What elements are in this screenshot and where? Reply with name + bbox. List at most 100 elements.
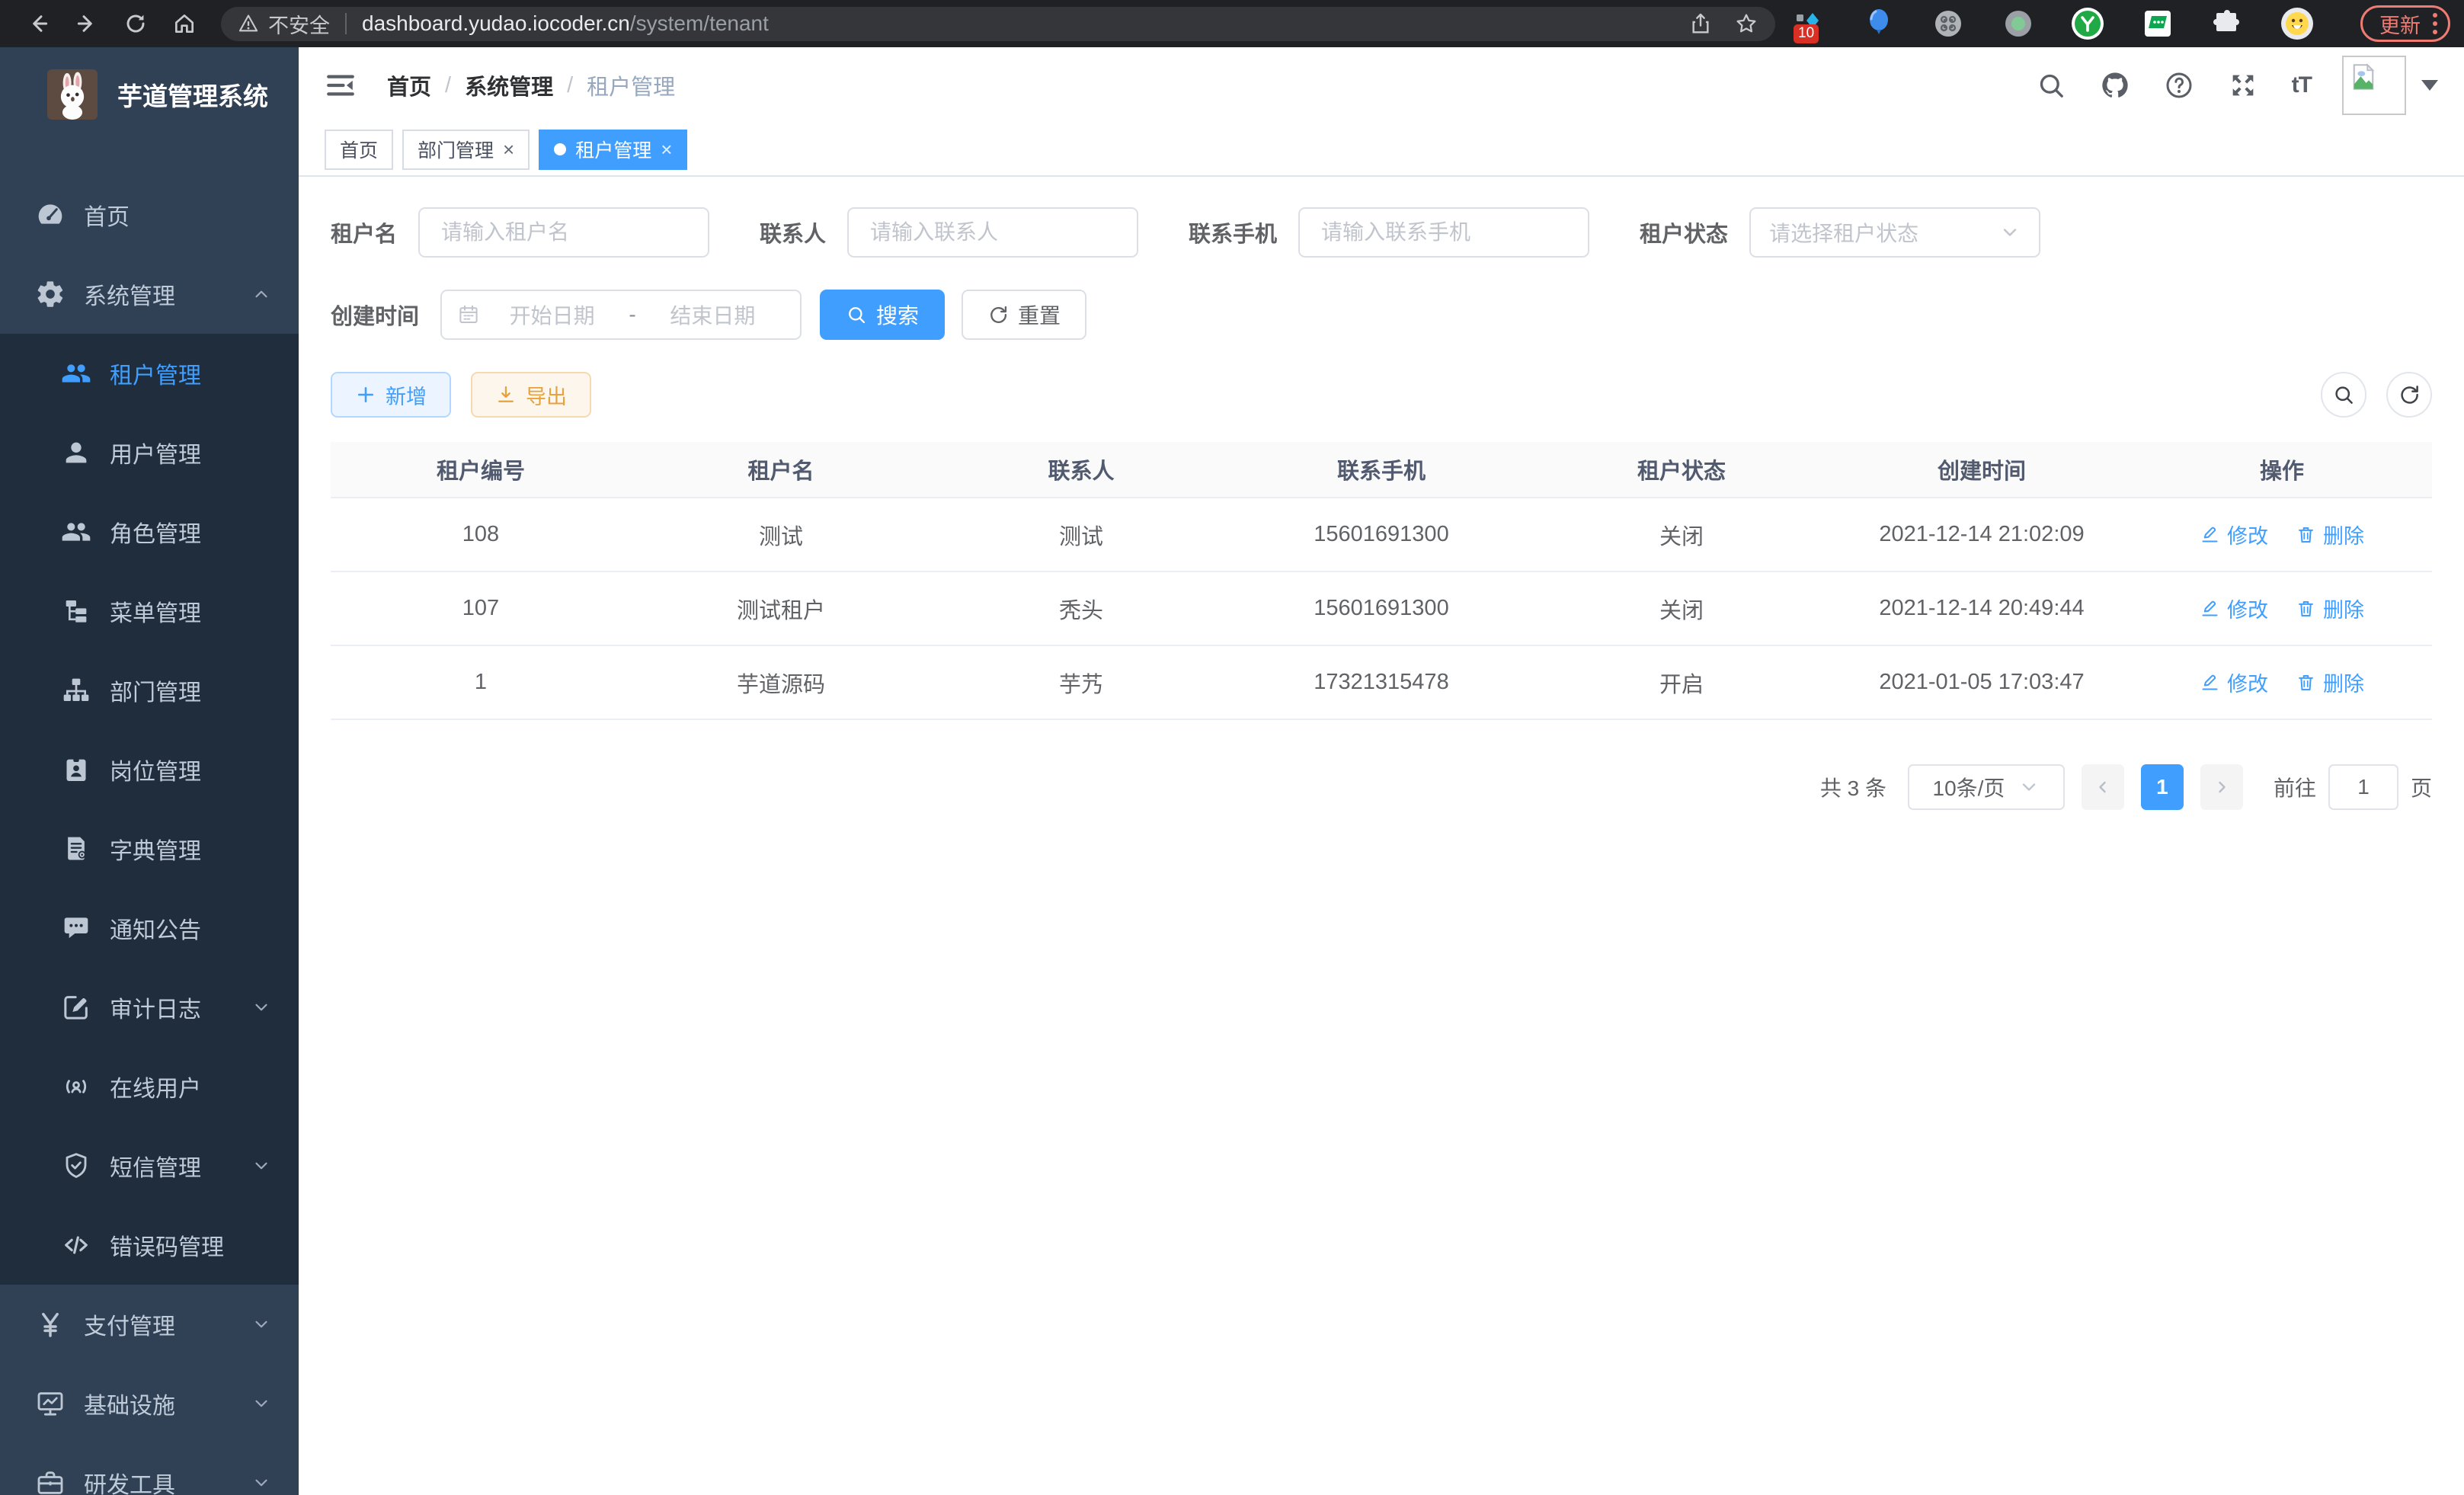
- tab-label: 租户管理: [575, 136, 651, 163]
- sidebar-item-menu[interactable]: 菜单管理: [0, 571, 299, 651]
- sidebar-item-label: 支付管理: [84, 1308, 251, 1341]
- avatar[interactable]: [2342, 56, 2406, 115]
- sidebar-item-label: 研发工具: [84, 1466, 251, 1495]
- edit-link[interactable]: 修改: [2200, 667, 2268, 697]
- sidebar-item-label: 用户管理: [110, 436, 271, 469]
- sidebar-item-user[interactable]: 用户管理: [0, 413, 299, 492]
- balloon-extension-icon[interactable]: [1862, 7, 1896, 40]
- select-placeholder: 请选择租户状态: [1769, 217, 1999, 248]
- forward-icon[interactable]: [69, 6, 104, 41]
- collapse-sidebar-icon[interactable]: [325, 69, 357, 101]
- sidebar-item-dept[interactable]: 部门管理: [0, 651, 299, 730]
- sidebar-item-dev-tools[interactable]: 研发工具: [0, 1443, 299, 1495]
- filter-row-1: 租户名 联系人 联系手机 租户状态 请选择租户状态: [331, 207, 2432, 258]
- back-icon[interactable]: [21, 6, 56, 41]
- edit-link[interactable]: 修改: [2200, 594, 2268, 623]
- sidebar-item-home[interactable]: 首页: [0, 175, 299, 255]
- column-header: 创建时间: [1832, 453, 2132, 485]
- export-button[interactable]: 导出: [471, 372, 591, 418]
- delete-link[interactable]: 删除: [2296, 520, 2364, 549]
- sidebar-item-label: 通知公告: [110, 911, 271, 945]
- sidebar-item-tenant[interactable]: 租户管理: [0, 334, 299, 413]
- cell-created: 2021-12-14 21:02:09: [1832, 522, 2132, 547]
- home-icon[interactable]: [167, 6, 202, 41]
- prev-page-button[interactable]: [2082, 764, 2124, 810]
- calendar-icon: [457, 303, 480, 326]
- table-row: 107 测试租户 秃头 15601691300 关闭 2021-12-14 20…: [331, 572, 2432, 646]
- breadcrumb-system[interactable]: 系统管理: [465, 69, 553, 101]
- system-submenu: 租户管理 用户管理 角色管理 菜单管理 部门管理: [0, 334, 299, 1285]
- refresh-table-button[interactable]: [2386, 372, 2432, 418]
- delete-link[interactable]: 删除: [2296, 594, 2364, 623]
- share-icon[interactable]: [1688, 11, 1713, 36]
- status-select[interactable]: 请选择租户状态: [1749, 207, 2040, 258]
- sidebar-item-role[interactable]: 角色管理: [0, 492, 299, 571]
- tab-dept[interactable]: 部门管理 ×: [402, 130, 530, 170]
- sidebar-item-payment[interactable]: 支付管理: [0, 1285, 299, 1364]
- sidebar-item-notice[interactable]: 通知公告: [0, 888, 299, 968]
- tab-home[interactable]: 首页: [325, 130, 393, 170]
- reload-icon[interactable]: [118, 6, 153, 41]
- tenant-name-input[interactable]: [418, 207, 709, 258]
- sidebar-item-label: 首页: [84, 198, 271, 232]
- search-button[interactable]: 搜索: [820, 290, 945, 340]
- start-date-placeholder[interactable]: 开始日期: [480, 299, 624, 330]
- sidebar-item-system[interactable]: 系统管理: [0, 255, 299, 334]
- close-icon[interactable]: ×: [503, 139, 514, 159]
- browser-update-button[interactable]: 更新: [2360, 5, 2450, 42]
- next-page-button[interactable]: [2200, 764, 2243, 810]
- field-label: 租户状态: [1640, 216, 1728, 248]
- github-icon[interactable]: [2100, 70, 2130, 101]
- sidebar-item-dict[interactable]: 字典管理: [0, 809, 299, 888]
- date-range-picker[interactable]: 开始日期 - 结束日期: [440, 290, 802, 340]
- mobile-input[interactable]: [1298, 207, 1589, 258]
- column-header: 联系手机: [1231, 453, 1531, 485]
- chevron-down-icon: [251, 1394, 271, 1413]
- sidebar: 芋道管理系统 首页 系统管理 租户管理 用户管理: [0, 47, 299, 1495]
- address-bar[interactable]: 不安全 dashboard.yudao.iocoder.cn /system/t…: [221, 7, 1775, 41]
- link-label: 修改: [2227, 667, 2268, 697]
- puzzle-extension-icon[interactable]: [2210, 7, 2244, 40]
- search-icon[interactable]: [2036, 70, 2066, 101]
- smiley-avatar-icon[interactable]: [2280, 7, 2314, 40]
- org-chart-icon: [61, 675, 91, 706]
- fullscreen-icon[interactable]: [2228, 70, 2258, 101]
- sidebar-item-sms[interactable]: 短信管理: [0, 1126, 299, 1205]
- end-date-placeholder[interactable]: 结束日期: [641, 299, 785, 330]
- edit-link[interactable]: 修改: [2200, 520, 2268, 549]
- command-extension-icon[interactable]: [1931, 7, 1965, 40]
- tab-tenant[interactable]: 租户管理 ×: [539, 130, 687, 170]
- diamond-extension-icon[interactable]: 10: [1792, 7, 1826, 40]
- sidebar-item-audit-log[interactable]: 审计日志: [0, 968, 299, 1047]
- font-size-icon[interactable]: tT: [2292, 72, 2312, 98]
- cell-tenant-name: 芋道源码: [631, 667, 931, 699]
- breadcrumb-home[interactable]: 首页: [387, 69, 431, 101]
- filter-row-2: 创建时间 开始日期 - 结束日期 搜索 重置: [331, 290, 2432, 340]
- page-number-button[interactable]: 1: [2141, 764, 2184, 810]
- security-label[interactable]: 不安全: [268, 9, 330, 39]
- sidebar-item-post[interactable]: 岗位管理: [0, 730, 299, 809]
- help-icon[interactable]: [2164, 70, 2194, 101]
- filter-create-time: 创建时间 开始日期 - 结束日期: [331, 290, 802, 340]
- star-icon[interactable]: [1734, 11, 1758, 36]
- cell-contact: 芋艿: [931, 667, 1231, 699]
- y-green-extension-icon[interactable]: [2071, 7, 2104, 40]
- record-extension-icon[interactable]: [2002, 7, 2035, 40]
- add-button[interactable]: 新增: [331, 372, 451, 418]
- contact-input[interactable]: [847, 207, 1138, 258]
- cell-contact: 秃头: [931, 593, 1231, 625]
- close-icon[interactable]: ×: [661, 139, 672, 159]
- tags-view-bar: 首页 部门管理 × 租户管理 ×: [299, 123, 2464, 177]
- browser-menu-icon[interactable]: [2433, 13, 2437, 34]
- reset-button[interactable]: 重置: [962, 290, 1086, 340]
- chat-extension-icon[interactable]: [2141, 7, 2174, 40]
- page-size-select[interactable]: 10条/页: [1908, 764, 2065, 810]
- sidebar-item-online-users[interactable]: 在线用户: [0, 1047, 299, 1126]
- user-menu-caret-icon[interactable]: [2421, 80, 2438, 91]
- goto-page-input[interactable]: [2328, 764, 2398, 810]
- toggle-search-button[interactable]: [2321, 372, 2366, 418]
- app-logo-row[interactable]: 芋道管理系统: [0, 47, 299, 142]
- sidebar-item-infrastructure[interactable]: 基础设施: [0, 1364, 299, 1443]
- delete-link[interactable]: 删除: [2296, 667, 2364, 697]
- sidebar-item-error-code[interactable]: 错误码管理: [0, 1205, 299, 1285]
